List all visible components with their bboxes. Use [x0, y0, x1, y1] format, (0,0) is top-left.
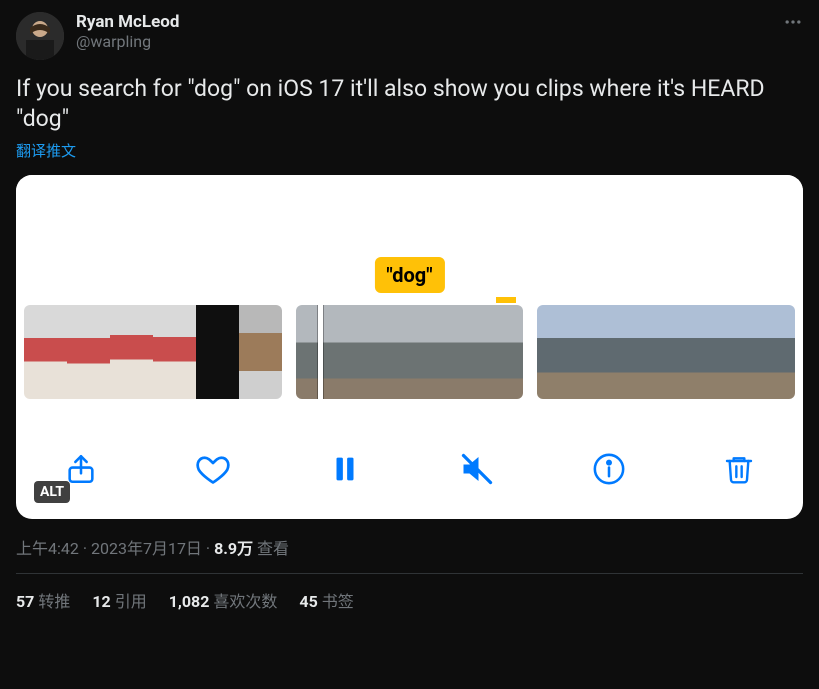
more-icon[interactable]	[783, 12, 803, 36]
tweet-date: 2023年7月17日	[91, 539, 202, 558]
media-top-space	[16, 175, 803, 265]
tweet-meta[interactable]: 上午4:42 · 2023年7月17日 · 8.9万 查看	[16, 535, 803, 559]
likes-stat[interactable]: 1,082喜欢次数	[169, 588, 278, 612]
video-timeline[interactable]	[16, 305, 803, 399]
user-handle: @warpling	[76, 32, 179, 52]
pause-icon[interactable]	[328, 452, 362, 486]
tweet-container: Ryan McLeod @warpling If you search for …	[0, 0, 819, 624]
bookmarks-stat[interactable]: 45书签	[299, 588, 353, 612]
clip-group-2[interactable]	[296, 305, 523, 399]
mute-icon[interactable]	[459, 451, 495, 487]
user-info[interactable]: Ryan McLeod @warpling	[76, 12, 179, 52]
trash-icon[interactable]	[723, 453, 755, 485]
clip-group-1[interactable]	[24, 305, 282, 399]
heart-icon[interactable]	[195, 451, 231, 487]
clip-thumb	[24, 305, 67, 399]
clip-thumb	[580, 305, 623, 399]
clip-thumb	[537, 305, 580, 399]
clip-thumb	[752, 305, 795, 399]
clip-thumb	[67, 305, 110, 399]
playhead[interactable]	[318, 305, 323, 399]
share-icon[interactable]	[64, 452, 98, 486]
clip-thumb	[296, 305, 353, 399]
alt-badge[interactable]: ALT	[34, 481, 70, 503]
tweet-header: Ryan McLeod @warpling	[16, 12, 803, 60]
info-icon[interactable]	[592, 452, 626, 486]
tweet-text: If you search for "dog" on iOS 17 it'll …	[16, 74, 803, 134]
clip-thumb	[153, 305, 196, 399]
view-count: 8.9万	[214, 539, 253, 558]
tweet-stats: 57转推 12引用 1,082喜欢次数 45书签	[16, 574, 803, 612]
clip-thumb	[709, 305, 752, 399]
clip-group-3[interactable]	[537, 305, 795, 399]
clip-thumb	[196, 305, 239, 399]
caption-token: "dog"	[374, 257, 444, 293]
clip-thumb	[466, 305, 523, 399]
media-toolbar	[16, 439, 803, 499]
caption-marker	[496, 297, 516, 303]
view-label: 查看	[257, 539, 289, 558]
quotes-stat[interactable]: 12引用	[92, 588, 146, 612]
media-card[interactable]: "dog"	[16, 175, 803, 519]
clip-thumb	[110, 305, 153, 399]
display-name: Ryan McLeod	[76, 12, 179, 32]
clip-thumb	[410, 305, 467, 399]
clip-thumb	[666, 305, 709, 399]
translate-link[interactable]: 翻译推文	[16, 140, 803, 161]
avatar[interactable]	[16, 12, 64, 60]
clip-thumb	[239, 305, 282, 399]
clip-thumb	[623, 305, 666, 399]
tweet-time: 上午4:42	[16, 539, 79, 558]
clip-thumb	[353, 305, 410, 399]
retweets-stat[interactable]: 57转推	[16, 588, 70, 612]
